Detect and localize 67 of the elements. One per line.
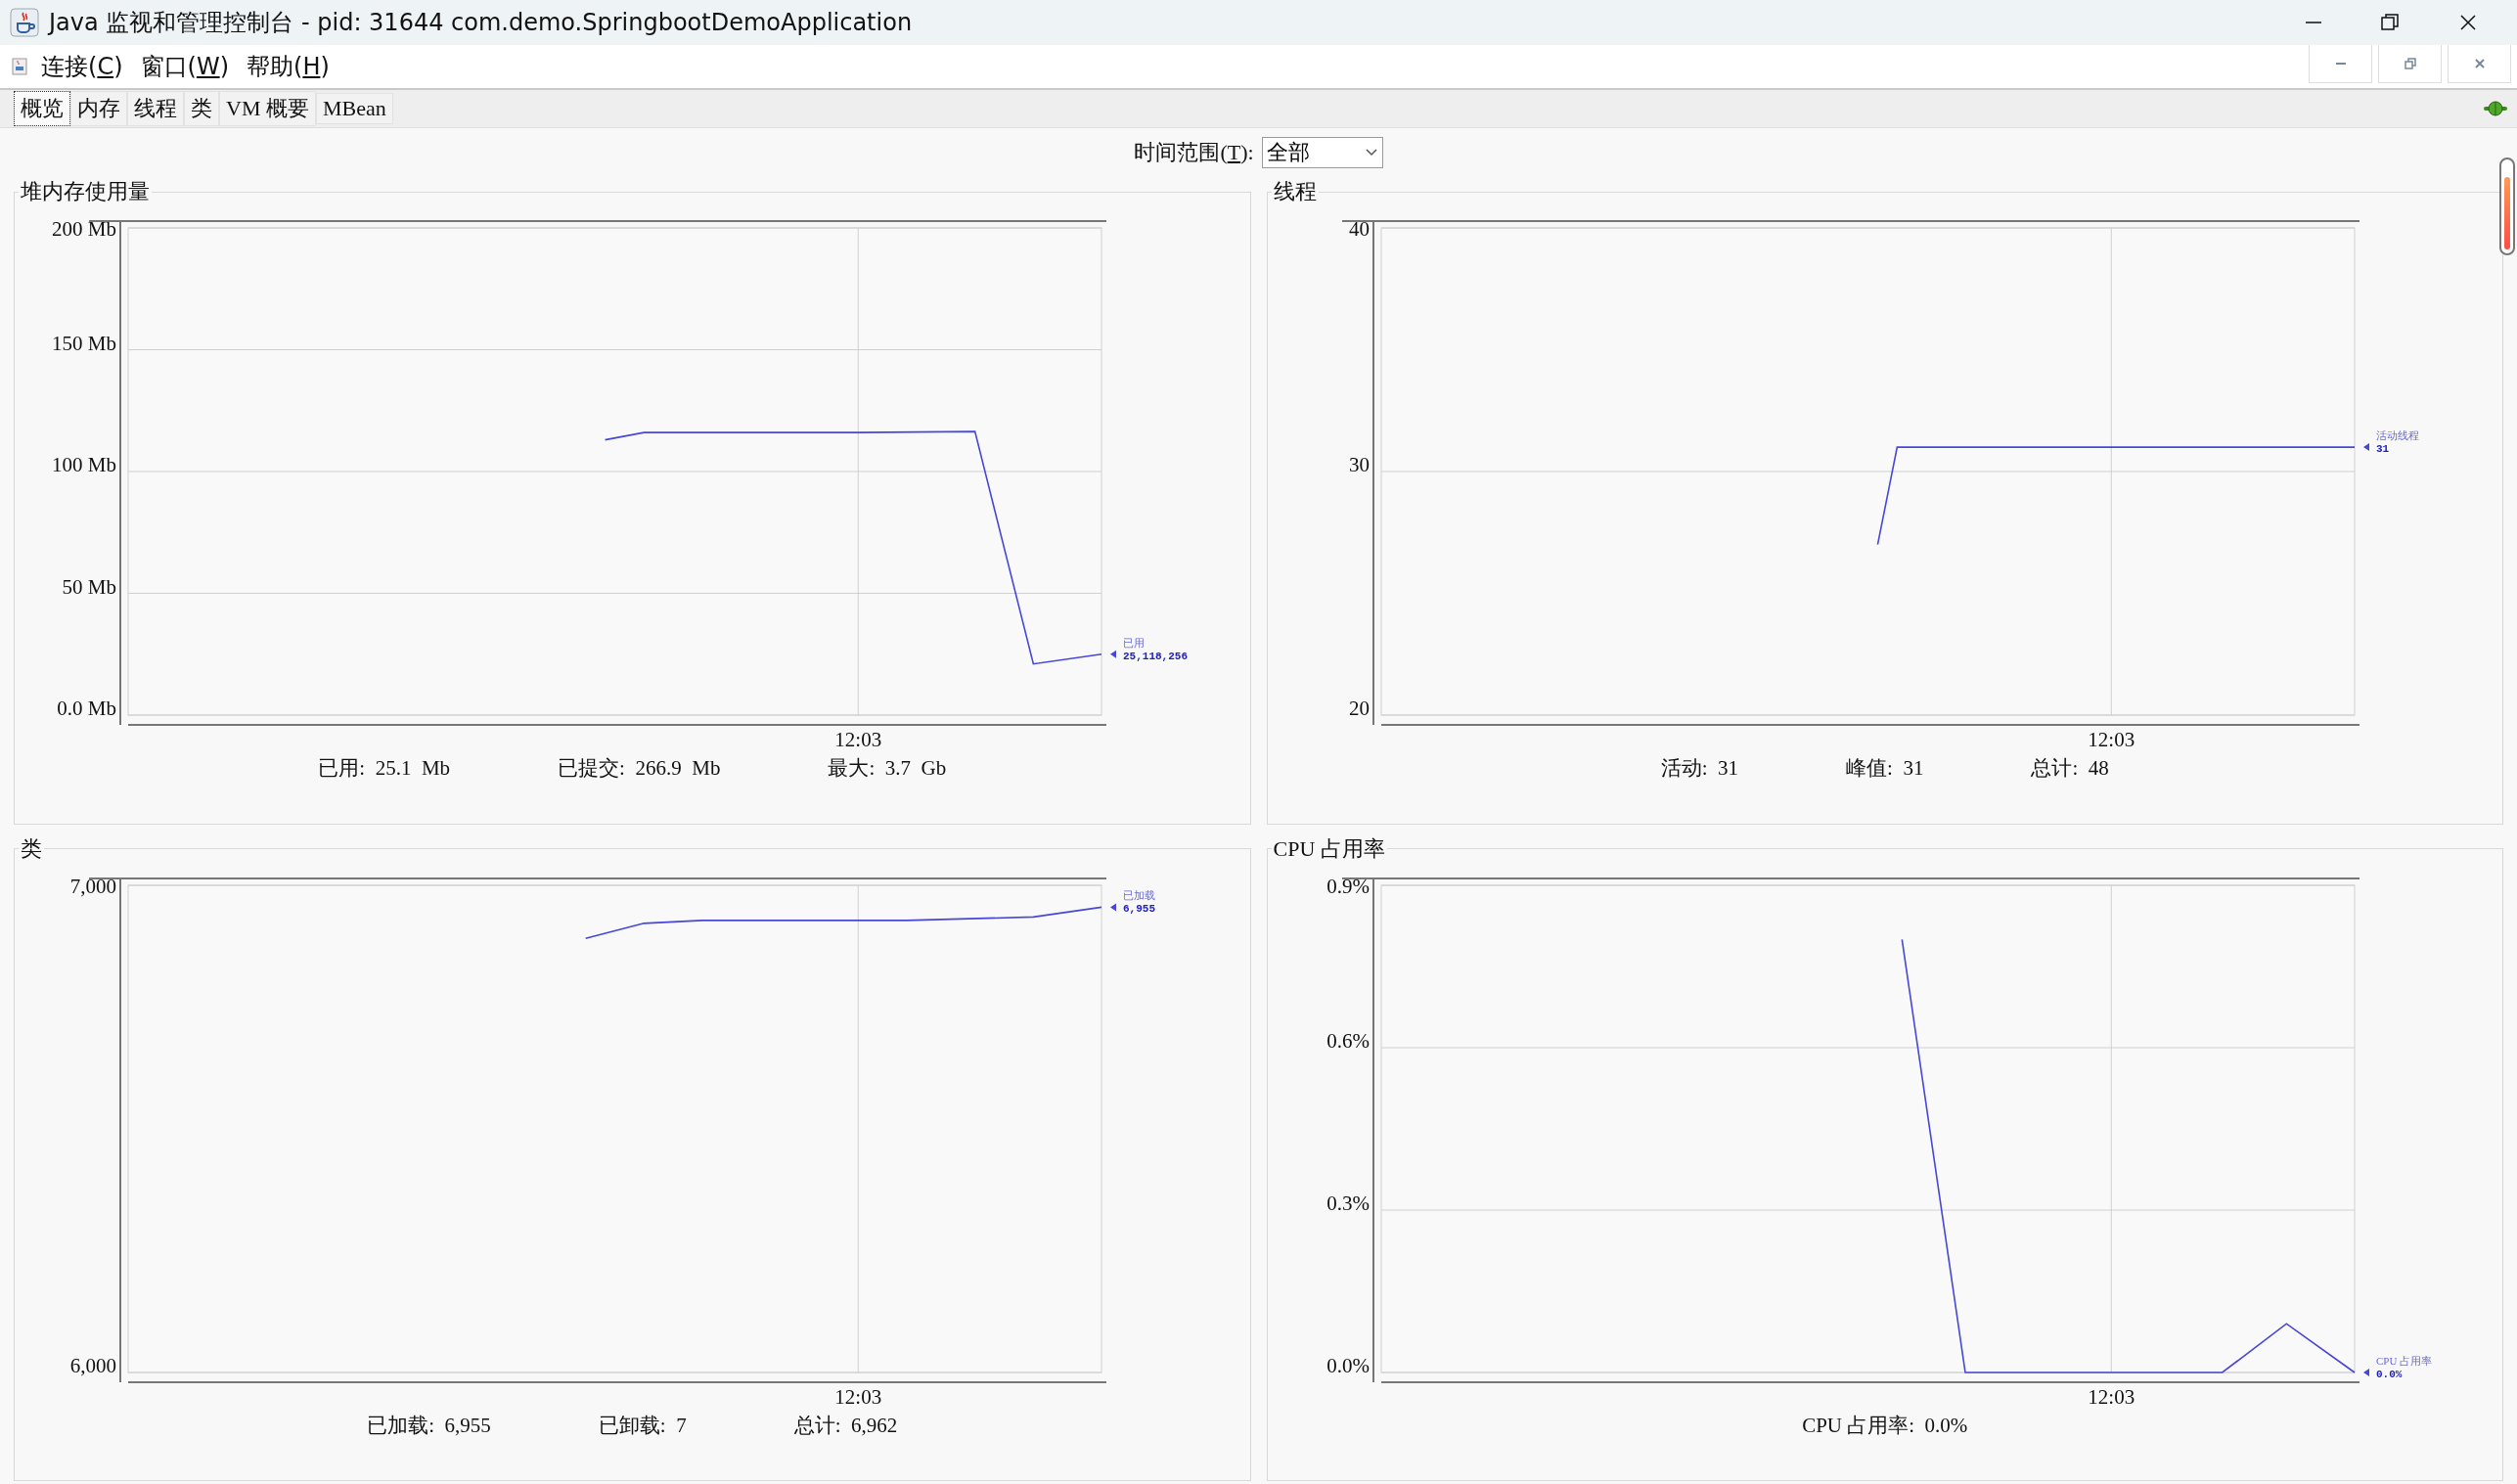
- axis-tick-label: 100 Mb: [52, 453, 117, 476]
- legend-value: 25,118,256: [1123, 650, 1189, 662]
- legend-value: 0.0%: [2375, 1368, 2403, 1380]
- legend-label: 已用: [1123, 636, 1146, 649]
- close-icon[interactable]: [2458, 13, 2478, 32]
- axis-tick-label: 30: [1348, 453, 1370, 476]
- axis-tick-label: 12:03: [834, 728, 882, 751]
- panel-title: 堆内存使用量: [20, 178, 151, 205]
- axis-tick-label: 12:03: [2088, 728, 2135, 751]
- window-title: Java 监视和管理控制台 - pid: 31644 com.demo.SpringbootDemoApplication: [49, 8, 913, 38]
- axis-tick-label: 0.3%: [1326, 1191, 1370, 1215]
- legend-marker-icon: [2362, 443, 2369, 452]
- tab[interactable]: 类: [184, 91, 219, 126]
- legend-marker-icon: [1110, 650, 1117, 658]
- time-range-dropdown[interactable]: 全部: [1261, 137, 1383, 168]
- stat-text: 活动: 31: [1660, 755, 1739, 782]
- stat-text: 已卸载: 7: [598, 1412, 687, 1439]
- tab[interactable]: 内存: [70, 91, 127, 126]
- close-icon: [2472, 57, 2487, 70]
- tab[interactable]: VM 概要: [219, 91, 316, 126]
- axis-tick-label: 12:03: [2088, 1384, 2135, 1409]
- legend-value: 31: [2375, 443, 2389, 456]
- stat-text: CPU 占用率: 0.0%: [1802, 1412, 1968, 1439]
- axis-tick-label: 6,000: [70, 1353, 117, 1377]
- legend-value: 6,955: [1123, 902, 1156, 915]
- axis-tick-label: 0.9%: [1326, 874, 1370, 898]
- axis-tick-label: 12:03: [834, 1384, 882, 1409]
- legend-label: 活动线程: [2375, 429, 2419, 442]
- restore-icon: [2403, 57, 2417, 70]
- menu-item[interactable]: 窗口(W): [136, 51, 233, 82]
- axis-tick-label: 0.0%: [1326, 1353, 1370, 1377]
- window-menu-icon[interactable]: [12, 58, 27, 75]
- menu-item[interactable]: 帮助(H): [243, 51, 334, 82]
- panel-title: CPU 占用率: [1272, 834, 1386, 863]
- coffee-cup-icon: [10, 8, 39, 37]
- caret-icon: [1364, 148, 1378, 157]
- stat-text: 已加载: 6,955: [367, 1412, 491, 1439]
- stat-text: 已提交: 266.9 Mb: [558, 755, 721, 782]
- legend-marker-icon: [1110, 902, 1117, 911]
- axis-tick-label: 200 Mb: [52, 217, 117, 241]
- axis-tick-label: 40: [1348, 217, 1370, 241]
- tab[interactable]: 概览: [14, 91, 70, 126]
- axis-tick-label: 20: [1348, 697, 1370, 720]
- tab[interactable]: 线程: [127, 91, 184, 126]
- axis-tick-label: 7,000: [70, 874, 117, 898]
- legend-label: 已加载: [1123, 888, 1156, 901]
- minimize-icon: [2335, 63, 2346, 65]
- connection-plug-icon: [2484, 101, 2507, 116]
- stat-text: 总计: 6,962: [793, 1412, 898, 1439]
- axis-tick-label: 0.0 Mb: [57, 697, 117, 720]
- scrollbar[interactable]: [2499, 157, 2515, 255]
- stat-text: 峰值: 31: [1846, 755, 1924, 782]
- axis-tick-label: 150 Mb: [52, 331, 117, 355]
- stat-text: 总计: 48: [2031, 755, 2109, 782]
- menu-item[interactable]: 连接(C): [37, 51, 127, 82]
- panel-title: 类: [20, 834, 43, 863]
- stat-text: 最大: 3.7 Gb: [828, 755, 947, 782]
- panel-title: 线程: [1272, 178, 1318, 205]
- legend-marker-icon: [2362, 1368, 2369, 1376]
- restore-icon[interactable]: [2380, 13, 2400, 32]
- axis-tick-label: 50 Mb: [62, 574, 117, 599]
- restore-button[interactable]: [2378, 45, 2442, 83]
- tab[interactable]: MBean: [315, 93, 393, 124]
- axis-tick-label: 0.6%: [1326, 1028, 1370, 1053]
- legend-label: CPU 占用率: [2375, 1354, 2432, 1367]
- stat-text: 已用: 25.1 Mb: [318, 755, 451, 782]
- time-range-label: 时间范围(T):: [1134, 139, 1254, 166]
